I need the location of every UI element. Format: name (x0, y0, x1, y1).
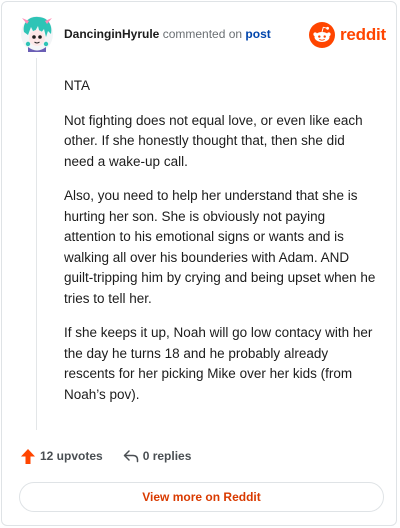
comment-paragraph: NTA (64, 78, 90, 93)
comment-paragraph: If she keeps it up, Noah will go low con… (64, 325, 373, 402)
upvote-button[interactable]: 12 upvotes (20, 448, 103, 465)
thread-line (36, 58, 37, 430)
comment-paragraph: Not fighting does not equal love, or eve… (64, 112, 363, 169)
upvote-arrow-icon (21, 448, 35, 464)
avatar[interactable] (18, 14, 56, 54)
reddit-brand[interactable]: reddit (308, 22, 386, 48)
reply-button[interactable]: 0 replies (123, 449, 192, 463)
comment-card: DancinginHyrule commented on post reddit… (1, 1, 397, 526)
upvote-count: 12 upvotes (40, 449, 103, 463)
reddit-logo-icon (308, 22, 335, 48)
reddit-wordmark: reddit (339, 25, 386, 44)
reply-icon (123, 450, 138, 463)
post-link[interactable]: post (245, 27, 270, 41)
view-more-button[interactable]: View more on Reddit (19, 482, 384, 512)
username-link[interactable]: DancinginHyrule (64, 27, 159, 41)
meta-verb: commented on (159, 27, 246, 41)
comment-paragraph: Also, you need to help her understand th… (64, 188, 376, 306)
comment-meta: DancinginHyrule commented on post (64, 27, 271, 41)
comment-body: NTA Not fighting does not equal love, or… (64, 76, 376, 419)
reply-count: 0 replies (142, 449, 192, 463)
comment-header: DancinginHyrule commented on post reddit (18, 14, 386, 54)
comment-actions: 12 upvotes 0 replies (20, 446, 211, 466)
